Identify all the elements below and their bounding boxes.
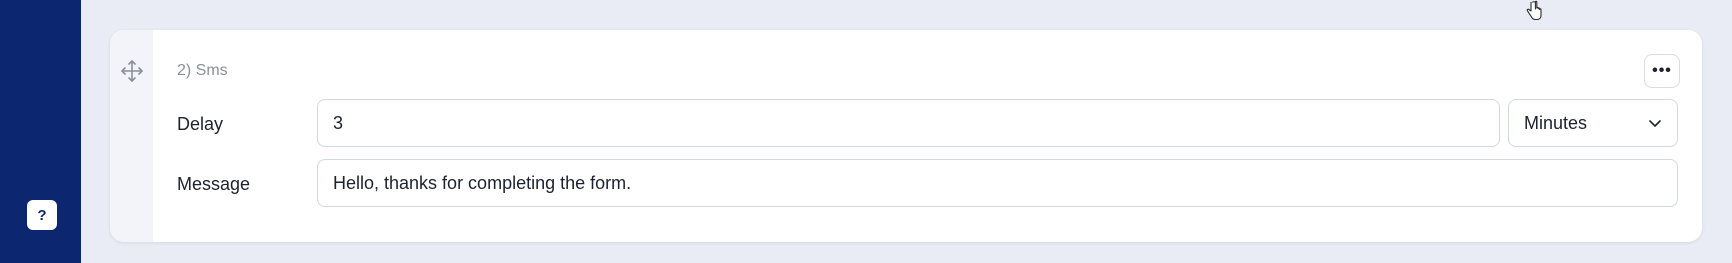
delay-label: Delay bbox=[177, 114, 224, 134]
delay-value: 3 bbox=[333, 112, 344, 133]
sms-step-card: 2) Sms ••• Delay 3 Minutes Message Hello… bbox=[110, 30, 1702, 242]
delay-unit-value: Minutes bbox=[1524, 112, 1588, 133]
question-mark-icon: ? bbox=[37, 206, 47, 224]
chevron-down-icon bbox=[1649, 120, 1661, 127]
sidebar: ? bbox=[0, 0, 81, 263]
help-button[interactable]: ? bbox=[27, 200, 57, 230]
delay-input[interactable]: 3 bbox=[317, 99, 1500, 147]
move-arrows-icon[interactable] bbox=[119, 58, 145, 84]
more-options-button[interactable]: ••• bbox=[1644, 54, 1680, 88]
message-input[interactable]: Hello, thanks for completing the form. bbox=[317, 159, 1678, 207]
ellipsis-icon: ••• bbox=[1652, 62, 1672, 79]
message-label: Message bbox=[177, 174, 251, 194]
message-value: Hello, thanks for completing the form. bbox=[333, 172, 632, 193]
delay-unit-select[interactable]: Minutes bbox=[1508, 99, 1678, 147]
hand-pointer-icon bbox=[1526, 0, 1542, 21]
step-title: 2) Sms bbox=[177, 62, 228, 79]
drag-rail bbox=[110, 30, 153, 242]
